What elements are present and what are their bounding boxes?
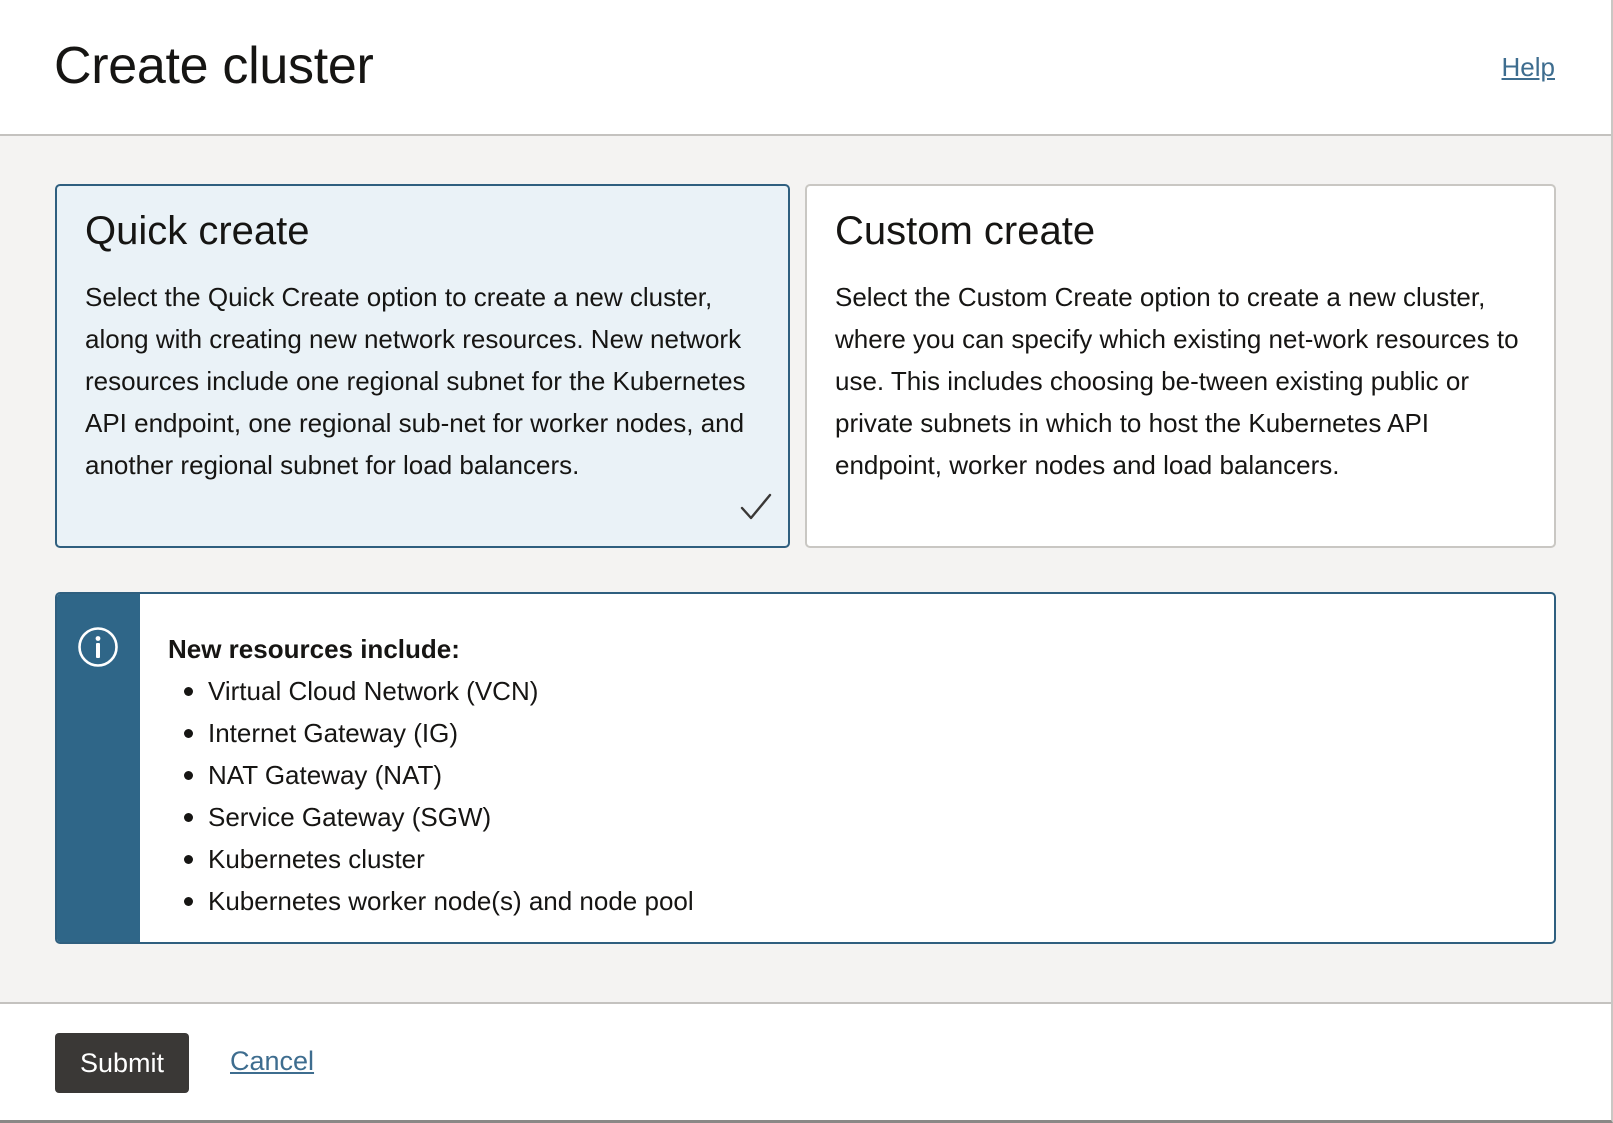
dialog-header: Create cluster Help [0, 0, 1611, 136]
bullet [184, 897, 193, 906]
resource-list: Virtual Cloud Network (VCN) Internet Gat… [168, 670, 694, 922]
submit-button[interactable]: Submit [55, 1033, 189, 1093]
list-item-text: Virtual Cloud Network (VCN) [208, 676, 539, 706]
info-message: New resources include: Virtual Cloud Net… [55, 592, 1556, 944]
bullet [184, 771, 193, 780]
list-item: Internet Gateway (IG) [168, 712, 694, 754]
cancel-link[interactable]: Cancel [230, 1046, 314, 1077]
list-item-text: Internet Gateway (IG) [208, 718, 458, 748]
custom-create-title: Custom create [835, 209, 1096, 253]
quick-create-option[interactable]: Quick create Select the Quick Create opt… [55, 184, 790, 548]
list-item-text: Kubernetes cluster [208, 844, 425, 874]
info-strip [57, 594, 140, 942]
page-title: Create cluster [54, 37, 374, 95]
dialog-footer: Submit Cancel [0, 1002, 1611, 1120]
list-item: Kubernetes cluster [168, 838, 694, 880]
bullet [184, 729, 193, 738]
list-item-text: Kubernetes worker node(s) and node pool [208, 886, 694, 916]
list-item: NAT Gateway (NAT) [168, 754, 694, 796]
bullet [184, 687, 193, 696]
quick-create-description: Select the Quick Create option to create… [85, 282, 746, 480]
list-item-text: Service Gateway (SGW) [208, 802, 492, 832]
quick-create-title: Quick create [85, 209, 310, 253]
info-content: New resources include: Virtual Cloud Net… [168, 628, 694, 922]
dialog-body: Quick create Select the Quick Create opt… [0, 136, 1611, 1002]
list-item-text: NAT Gateway (NAT) [208, 760, 443, 790]
custom-create-option[interactable]: Custom create Select the Custom Create o… [805, 184, 1556, 548]
bullet [184, 813, 193, 822]
create-cluster-dialog: Create cluster Help Quick create Select … [0, 0, 1613, 1123]
info-heading: New resources include: [168, 634, 460, 664]
checkmark-icon [740, 493, 772, 520]
list-item: Virtual Cloud Network (VCN) [168, 670, 694, 712]
info-icon [78, 627, 118, 667]
bullet [184, 855, 193, 864]
help-link[interactable]: Help [1502, 52, 1555, 83]
custom-create-description: Select the Custom Create option to creat… [835, 282, 1519, 480]
list-item: Kubernetes worker node(s) and node pool [168, 880, 694, 922]
list-item: Service Gateway (SGW) [168, 796, 694, 838]
